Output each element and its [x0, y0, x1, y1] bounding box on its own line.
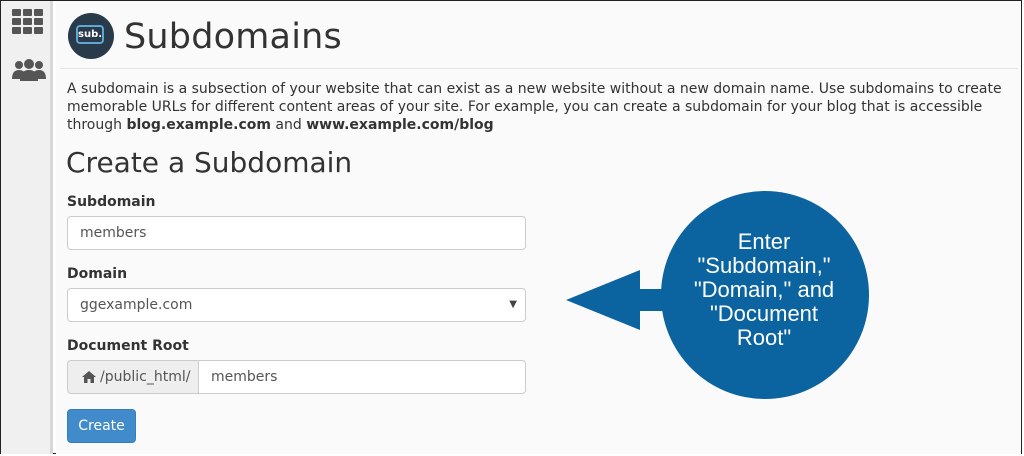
- subdomains-logo-icon: sub.: [68, 13, 114, 59]
- description-and: and: [275, 117, 302, 133]
- document-root-prefix-text: /public_html/: [100, 369, 191, 385]
- domain-label: Domain: [67, 266, 128, 282]
- subdomain-label: Subdomain: [67, 194, 156, 210]
- callout-line-1: Enter: [737, 229, 791, 254]
- page-description: A subdomain is a subsection of your webs…: [67, 80, 1017, 134]
- callout-text: Enter "Subdomain," "Domain," and "Docume…: [664, 230, 864, 350]
- example-link-2: www.example.com/blog: [306, 117, 494, 133]
- callout-arrow-icon: [566, 270, 640, 330]
- create-button[interactable]: Create: [67, 409, 136, 443]
- users-icon[interactable]: [12, 59, 46, 81]
- home-icon: [82, 371, 96, 383]
- divider: [60, 68, 1018, 69]
- sidebar: [1, 1, 53, 454]
- callout-line-3: "Domain," and: [693, 277, 835, 302]
- main-content: sub. Subdomains A subdomain is a subsect…: [56, 1, 1021, 454]
- callout-line-5: Root": [736, 325, 792, 350]
- subdomain-input[interactable]: members: [67, 216, 526, 250]
- domain-select[interactable]: ggexample.com ▼: [67, 288, 526, 322]
- chevron-down-icon: ▼: [509, 299, 517, 310]
- document-root-input-value: members: [211, 369, 278, 385]
- grid-icon[interactable]: [12, 9, 44, 35]
- page-title: Subdomains: [124, 17, 342, 57]
- document-root-input[interactable]: members: [198, 360, 526, 394]
- document-root-label: Document Root: [67, 338, 189, 354]
- callout-line-2: "Subdomain,": [697, 253, 831, 278]
- section-title: Create a Subdomain: [66, 146, 353, 179]
- callout-line-4: "Document: [709, 301, 819, 326]
- subdomain-input-value: members: [80, 225, 147, 241]
- logo-label: sub.: [76, 25, 104, 44]
- document-root-prefix: /public_html/: [67, 360, 199, 394]
- example-link-1: blog.example.com: [126, 117, 271, 133]
- domain-select-value: ggexample.com: [80, 297, 193, 313]
